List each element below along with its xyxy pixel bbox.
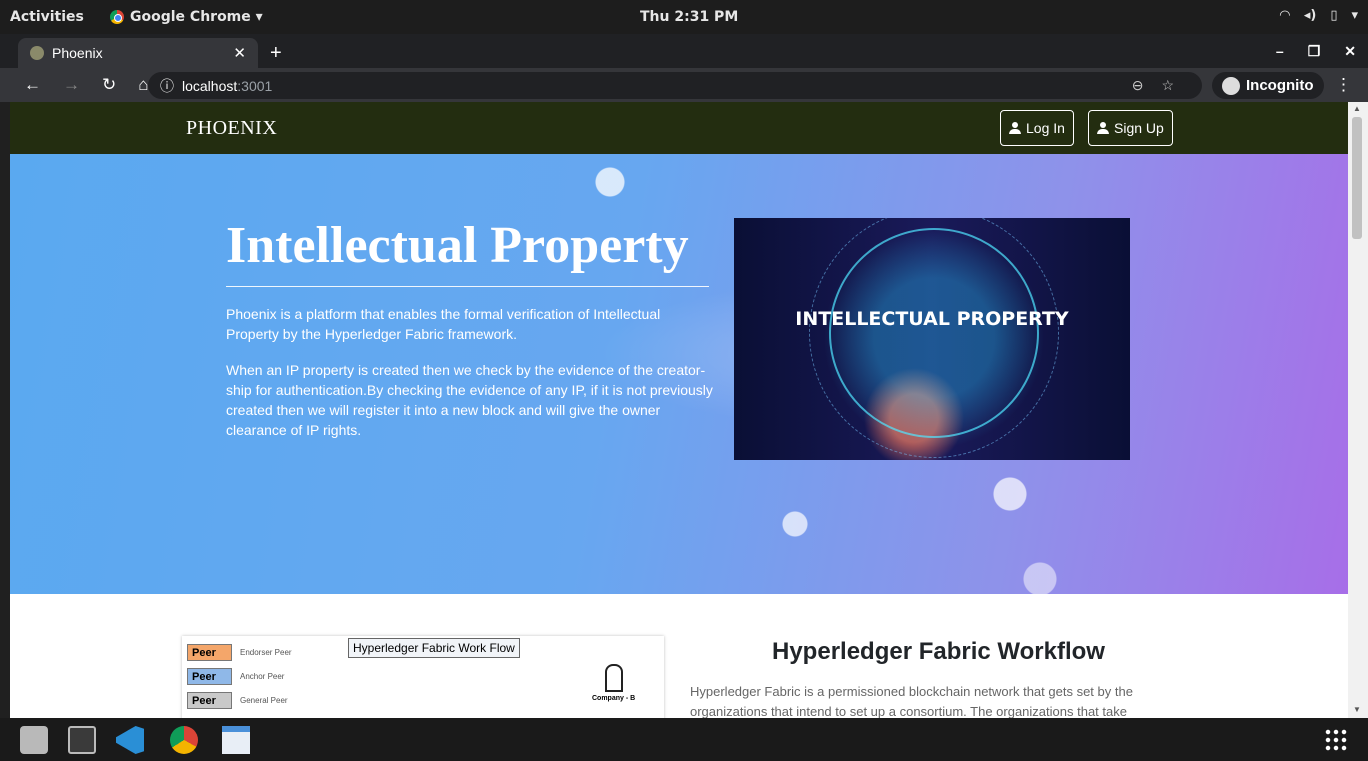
chrome-icon[interactable] [170,726,198,754]
wifi-icon: ◠ [1279,8,1290,23]
endorser-peer-badge: Peer [187,644,232,661]
workflow-section-text: Hyperledger Fabric is a permissioned blo… [690,684,1133,718]
workflow-section-title: Hyperledger Fabric Workflow [772,638,1105,665]
new-tab-button[interactable]: + [270,42,282,65]
window-controls: – ❐ ✕ [1276,43,1356,60]
vscode-icon[interactable] [116,726,144,754]
legend-row: Peer Anchor Peer [187,668,284,685]
minimize-icon[interactable]: – [1276,43,1284,60]
scrollbar-thumb[interactable] [1352,117,1362,239]
browser-toolbar: ← → ↻ ⌂ ⓘ localhost:3001 ⊖ ☆ Incognito ⋮ [0,68,1368,102]
legend-desc: Endorser Peer [240,648,292,657]
system-top-bar: Activities Google Chrome ▾ Thu 2:31 PM ◠… [0,0,1368,34]
incognito-icon [1222,76,1240,95]
show-applications-icon[interactable] [1324,728,1348,752]
incognito-label: Incognito [1246,77,1314,94]
close-window-icon[interactable]: ✕ [1344,43,1356,60]
hero-title: Intellectual Property [226,217,689,274]
workflow-diagram: Peer Endorser Peer Peer Anchor Peer Peer… [182,636,664,718]
reload-icon[interactable]: ↻ [102,75,116,95]
address-bar[interactable]: ⓘ localhost:3001 ⊖ ☆ [148,72,1202,99]
files-icon[interactable] [20,726,48,754]
site-navbar: PHOENIX Log In Sign Up [10,102,1348,154]
page-viewport: PHOENIX Log In Sign Up Intellectual Prop… [10,102,1348,718]
url-port: :3001 [237,77,273,94]
bookmark-star-icon[interactable]: ☆ [1161,77,1174,94]
text-editor-icon[interactable] [222,726,250,754]
favicon-icon [30,46,44,60]
login-button[interactable]: Log In [1000,110,1074,146]
back-icon[interactable]: ← [24,75,41,95]
user-icon [1009,122,1021,134]
legend-desc: General Peer [240,696,288,705]
general-peer-badge: Peer [187,692,232,709]
diagram-title: Hyperledger Fabric Work Flow [348,638,520,658]
hero-section: Intellectual Property Phoenix is a platf… [10,154,1348,594]
signup-button[interactable]: Sign Up [1088,110,1173,146]
chrome-menu-icon[interactable]: ⋮ [1335,75,1352,95]
building-icon [604,664,623,692]
hero-paragraph-2: When an IP property is created then we c… [226,362,713,438]
activities-button[interactable]: Activities [10,9,84,25]
close-tab-icon[interactable]: ✕ [233,44,246,62]
chrome-icon [110,10,124,24]
info-icon[interactable]: ⓘ [160,76,174,96]
dropdown-icon: ▾ [1351,8,1358,23]
nav-buttons: ← → ↻ ⌂ [24,75,149,95]
url-host: localhost [182,77,238,94]
tab-title: Phoenix [52,45,103,61]
page-scrollbar[interactable]: ▲ ▼ [1348,102,1368,718]
incognito-indicator[interactable]: Incognito [1212,72,1324,99]
legend-row: Peer Endorser Peer [187,644,292,661]
zoom-icon[interactable]: ⊖ [1132,77,1144,94]
user-icon [1097,122,1109,134]
anchor-peer-badge: Peer [187,668,232,685]
ubuntu-dock [0,718,1368,761]
browser-tab-strip: Phoenix ✕ + – ❐ ✕ [0,34,1368,68]
app-menu-label: Google Chrome ▾ [130,9,263,25]
site-brand[interactable]: PHOENIX [186,117,277,140]
browser-tab[interactable]: Phoenix ✕ [18,38,258,68]
image-caption: INTELLECTUAL PROPERTY [795,308,1069,330]
scroll-down-icon[interactable]: ▼ [1353,705,1361,714]
volume-icon: ◂) [1303,8,1317,23]
company-b: Company - B [592,664,635,702]
battery-icon: ▯ [1330,8,1338,23]
system-tray[interactable]: ◠ ◂) ▯ ▾ [1280,8,1358,23]
intellectual-property-image: INTELLECTUAL PROPERTY [734,218,1130,460]
legend-row: Peer General Peer [187,692,288,709]
scroll-up-icon[interactable]: ▲ [1353,104,1361,113]
hero-divider [226,286,709,287]
forward-icon[interactable]: → [63,75,80,95]
company-label: Company - B [592,695,636,702]
hero-paragraph-1: Phoenix is a platform that enables the f… [226,306,661,342]
home-icon[interactable]: ⌂ [138,75,148,95]
restore-icon[interactable]: ❐ [1308,43,1321,60]
terminal-icon[interactable] [68,726,96,754]
login-label: Log In [1026,120,1065,136]
legend-desc: Anchor Peer [240,672,285,681]
signup-label: Sign Up [1114,120,1164,136]
clock[interactable]: Thu 2:31 PM [640,9,738,25]
app-menu[interactable]: Google Chrome ▾ [110,9,263,25]
